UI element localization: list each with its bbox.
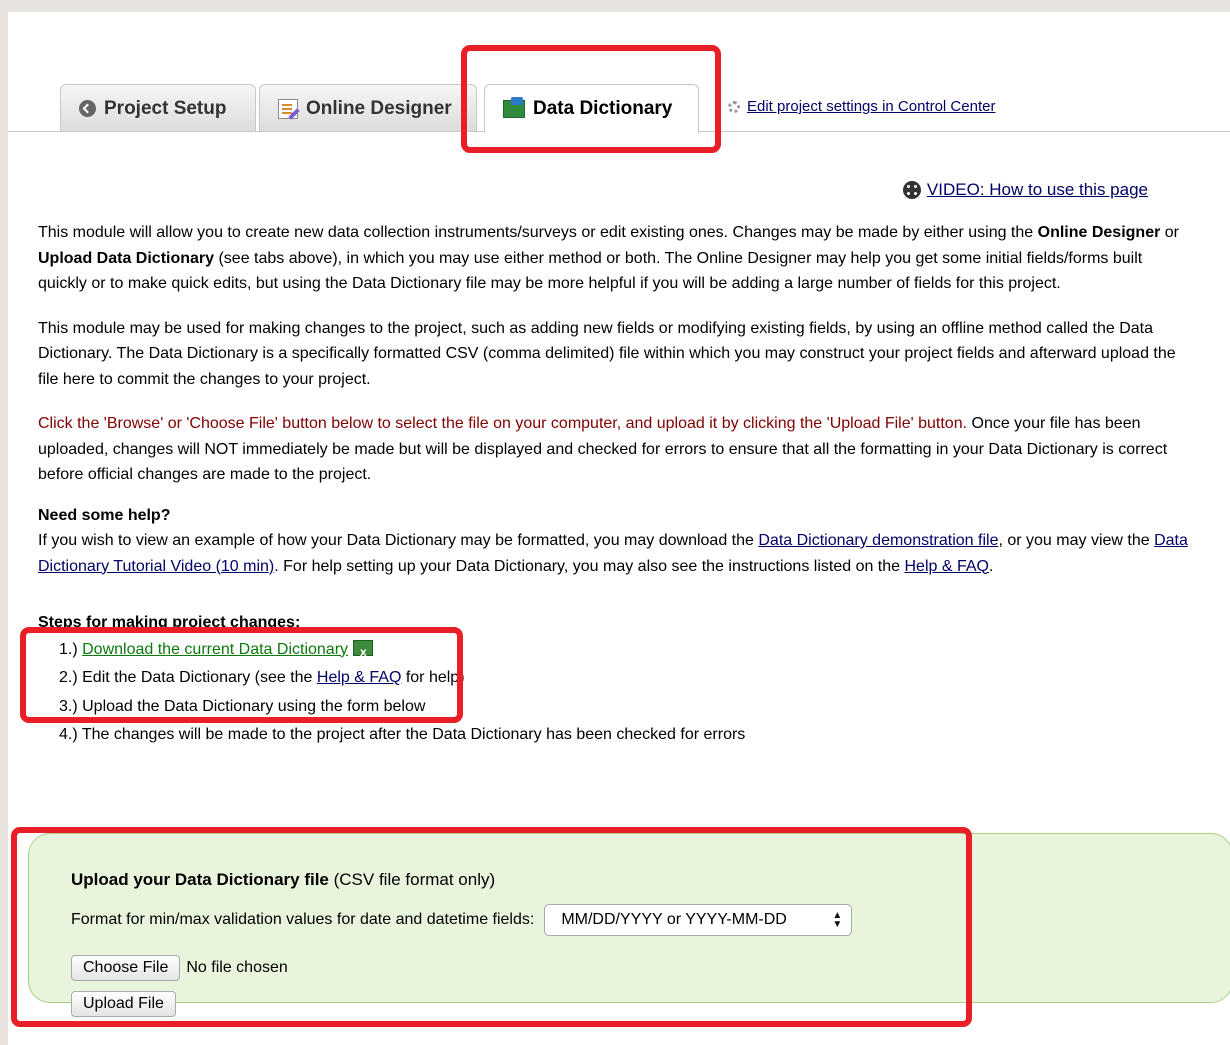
help-text: If you wish to view an example of how yo…	[38, 528, 1188, 579]
intro-text: This module will allow you to create new…	[38, 224, 1038, 241]
upload-title-rest: (CSV file format only)	[328, 870, 496, 889]
main-content: This module will allow you to create new…	[38, 220, 1188, 750]
upload-file-button[interactable]: Upload File	[71, 991, 176, 1017]
date-format-label: Format for min/max validation values for…	[71, 911, 535, 928]
tab-project-setup[interactable]: Project Setup	[60, 84, 256, 132]
help-faq-link[interactable]: Help & FAQ	[905, 558, 989, 575]
intro-paragraph-1: This module will allow you to create new…	[38, 220, 1188, 297]
intro-bold-online-designer: Online Designer	[1037, 224, 1161, 241]
step-text: for help)	[401, 669, 465, 686]
data-dictionary-icon	[503, 97, 525, 118]
step-4: 4.) The changes will be made to the proj…	[59, 726, 746, 743]
video-link[interactable]: VIDEO: How to use this page	[927, 180, 1148, 200]
control-center-link-wrap: Edit project settings in Control Center	[728, 98, 995, 115]
step-number: 1.)	[59, 640, 83, 658]
tab-data-dictionary[interactable]: Data Dictionary	[484, 84, 699, 133]
tab-bar: Project Setup Online Designer Data Dicti…	[8, 12, 1230, 133]
date-format-row: Format for min/max validation values for…	[71, 904, 853, 936]
help-faq-link[interactable]: Help & FAQ	[317, 669, 401, 686]
back-circle-icon	[79, 100, 96, 117]
intro-paragraph-2: This module may be used for making chang…	[38, 319, 1176, 388]
steps-list: 1.) Download the current Data Dictionary…	[38, 636, 1188, 750]
gear-icon	[728, 100, 740, 113]
help-section: Need some help? If you wish to view an e…	[38, 503, 1188, 580]
intro-paragraph-3: Click the 'Browse' or 'Choose File' butt…	[38, 411, 1188, 488]
help-text-part: . For help setting up your Data Dictiona…	[274, 557, 905, 575]
help-text-part: , or you may view the	[998, 532, 1155, 549]
intro-text: or	[1160, 224, 1179, 241]
step-text: 2.) Edit the Data Dictionary (see the	[59, 669, 317, 686]
download-dictionary-link[interactable]: Download the current Data Dictionary	[82, 641, 348, 658]
tab-label: Project Setup	[104, 97, 227, 119]
help-heading: Need some help?	[38, 506, 171, 524]
select-arrows-icon: ▲ ▼	[832, 910, 843, 930]
film-reel-icon	[902, 181, 921, 199]
control-center-link[interactable]: Edit project settings in Control Center	[747, 98, 995, 115]
help-text-part: .	[988, 557, 994, 575]
date-format-value: MM/DD/YYYY or YYYY-MM-DD	[561, 911, 787, 928]
step-2: 2.) Edit the Data Dictionary (see the He…	[59, 664, 1188, 693]
upload-panel: Upload your Data Dictionary file (CSV fi…	[28, 833, 1230, 1017]
video-link-wrap: VIDEO: How to use this page	[902, 180, 1148, 200]
tab-online-designer[interactable]: Online Designer	[259, 84, 477, 132]
intro-bold-upload-dictionary: Upload Data Dictionary	[38, 249, 215, 267]
choose-file-button[interactable]: Choose File	[71, 955, 181, 981]
date-format-select[interactable]: MM/DD/YYYY or YYYY-MM-DD ▲ ▼	[544, 904, 853, 936]
file-chooser-row: Choose File No file chosen	[71, 955, 288, 981]
designer-icon	[278, 98, 298, 119]
upload-button-row: Upload File	[71, 991, 176, 1017]
steps-heading: Steps for making project changes:	[38, 614, 301, 631]
no-file-text: No file chosen	[186, 959, 288, 976]
upload-title-bold: Upload your Data Dictionary file	[71, 870, 329, 889]
help-text-part: If you wish to view an example of how yo…	[38, 532, 759, 549]
upload-title: Upload your Data Dictionary file (CSV fi…	[71, 870, 495, 890]
step-1: 1.) Download the current Data Dictionary	[59, 636, 1188, 666]
instruction-text: Click the 'Browse' or 'Choose File' butt…	[38, 415, 968, 432]
step-3: 3.) Upload the Data Dictionary using the…	[59, 697, 426, 715]
tab-label: Online Designer	[306, 97, 452, 119]
demo-file-link[interactable]: Data Dictionary demonstration file	[758, 532, 998, 549]
tab-label: Data Dictionary	[533, 98, 673, 119]
excel-icon[interactable]	[353, 638, 374, 666]
